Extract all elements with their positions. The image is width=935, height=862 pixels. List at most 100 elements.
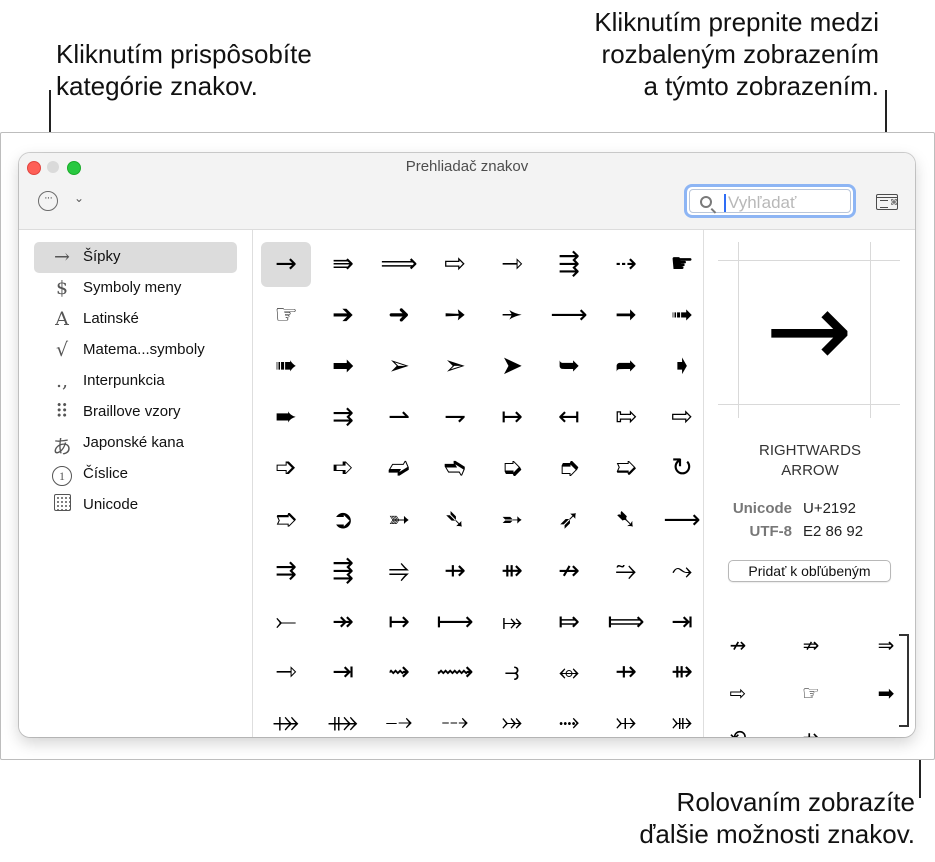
search-field[interactable]: Vyhľadať	[684, 184, 856, 218]
glyph-cell[interactable]: ➯	[601, 446, 651, 491]
glyph-cell[interactable]: ⇝	[374, 650, 424, 695]
glyph-cell[interactable]: ➔	[318, 293, 368, 338]
glyph-cell[interactable]: ⤇	[544, 600, 594, 645]
glyph-cell[interactable]: ⤏	[430, 700, 480, 737]
sidebar-item-currency[interactable]: $ Symboly meny	[34, 273, 237, 304]
sidebar-item-latin[interactable]: A Latinské	[34, 304, 237, 335]
glyph-cell[interactable]: ⇢	[601, 242, 651, 287]
glyph-cell[interactable]: ➫	[374, 446, 424, 491]
glyph-cell[interactable]: ➡	[318, 344, 368, 389]
glyph-cell[interactable]: ⟹	[374, 242, 424, 287]
glyph-cell[interactable]: ➱	[261, 498, 311, 543]
glyph-cell[interactable]: ➪	[318, 446, 368, 491]
glyph-cell[interactable]: ➦	[601, 344, 651, 389]
sidebar-item-math[interactable]: √ Matema...symboly	[34, 335, 237, 366]
sidebar-item-kana[interactable]: あ Japonské kana	[34, 428, 237, 459]
sidebar-item-digits[interactable]: 1 Číslice	[34, 459, 237, 490]
ellipsis-circle-icon[interactable]: ···	[38, 191, 58, 211]
glyph-cell[interactable]: ➛	[487, 293, 537, 338]
glyph-cell[interactable]: ⟿	[430, 650, 480, 695]
glyph-cell[interactable]: ⇉	[318, 395, 368, 440]
sidebar-item-arrows[interactable]: → Šípky	[34, 242, 237, 273]
glyph-cell[interactable]: ➷	[601, 498, 651, 543]
glyph-cell[interactable]: ⇶	[318, 549, 368, 594]
glyph-cell[interactable]: ⤀	[261, 700, 311, 737]
glyph-cell[interactable]: ↻	[657, 446, 702, 491]
glyph-cell[interactable]: ↠	[318, 600, 368, 645]
glyph-cell[interactable]: ⇻	[487, 549, 537, 594]
glyph-cell[interactable]: ➨	[261, 395, 311, 440]
glyph-cell[interactable]: ⟼	[430, 600, 480, 645]
glyph-cell[interactable]: ➮	[544, 446, 594, 491]
glyph-cell[interactable]: ⥲	[601, 549, 651, 594]
glyph-cell[interactable]: ⤕	[657, 700, 702, 737]
glyph-cell[interactable]: ⇰	[601, 395, 651, 440]
glyph-cell[interactable]: ⤍	[374, 700, 424, 737]
glyph-cell[interactable]: ➢	[374, 344, 424, 389]
glyph-cell[interactable]: ↦	[374, 600, 424, 645]
glyph-cell[interactable]: ⇨	[657, 395, 702, 440]
glyph-cell[interactable]: ➞	[601, 293, 651, 338]
glyph-cell[interactable]: ➬	[430, 446, 480, 491]
sidebar-item-braille[interactable]: ⠿ Braillove vzory	[34, 397, 237, 428]
glyph-cell[interactable]: ➥	[544, 344, 594, 389]
glyph-cell[interactable]: ➲	[318, 498, 368, 543]
glyph-cell[interactable]: ⇨	[430, 242, 480, 287]
glyph-cell[interactable]: ➙	[430, 293, 480, 338]
glyph-cell[interactable]: ⥈	[544, 650, 594, 695]
variant-character[interactable]: ⇏	[791, 630, 831, 660]
glyph-cell[interactable]: ⤖	[487, 700, 537, 737]
glyph-cell[interactable]: ⇾	[487, 242, 537, 287]
glyph-cell[interactable]: ⇥	[318, 650, 368, 695]
glyph-cell[interactable]: ⤑	[544, 700, 594, 737]
expand-view-toggle-icon[interactable]: ⌘	[876, 194, 898, 210]
variant-character[interactable]: ☞	[791, 678, 831, 708]
glyph-cell[interactable]: ☞	[261, 293, 311, 338]
variant-character[interactable]: ⇸	[791, 722, 831, 737]
glyph-cell[interactable]: ⇸	[601, 650, 651, 695]
glyph-cell[interactable]: ➵	[487, 498, 537, 543]
glyph-cell[interactable]: ⟾	[601, 600, 651, 645]
search-input[interactable]: Vyhľadať	[689, 189, 851, 213]
glyph-cell[interactable]: ➜	[374, 293, 424, 338]
glyph-cell[interactable]: ↛	[544, 549, 594, 594]
glyph-cell[interactable]: ⇀	[374, 395, 424, 440]
glyph-cell[interactable]: ⥽	[487, 650, 537, 695]
glyph-cell[interactable]: ➶	[544, 498, 594, 543]
selected-glyph-cell[interactable]: →	[261, 242, 311, 287]
glyph-cell[interactable]: ⟶	[657, 498, 702, 543]
chevron-down-icon[interactable]: ⌄	[74, 191, 84, 205]
glyph-cell[interactable]: ➭	[487, 446, 537, 491]
glyph-cell[interactable]: ⇥	[657, 600, 702, 645]
glyph-cell[interactable]: ⇁	[430, 395, 480, 440]
add-to-favorites-button[interactable]: Pridať k obľúbeným	[728, 560, 891, 582]
variant-character[interactable]: ⟲	[718, 722, 758, 737]
glyph-cell[interactable]: ⇶	[544, 242, 594, 287]
glyph-cell[interactable]: ⟶	[544, 293, 594, 338]
glyph-cell[interactable]: ⤔	[601, 700, 651, 737]
glyph-cell[interactable]: ⇛	[318, 242, 368, 287]
sidebar-item-punctuation[interactable]: ., Interpunkcia	[34, 366, 237, 397]
glyph-cell[interactable]: ↤	[544, 395, 594, 440]
glyph-cell[interactable]: ➩	[261, 446, 311, 491]
glyph-cell[interactable]: ➣	[430, 344, 480, 389]
glyph-cell[interactable]: ☛	[657, 242, 702, 287]
glyph-cell[interactable]: ⇻	[657, 650, 702, 695]
glyph-cell[interactable]: ⥤	[374, 549, 424, 594]
glyph-cell[interactable]: ➤	[487, 344, 537, 389]
sidebar-item-unicode[interactable]: Unicode	[34, 490, 237, 521]
glyph-cell[interactable]: ➧	[657, 344, 702, 389]
glyph-cell[interactable]: ↦	[487, 395, 537, 440]
glyph-cell[interactable]: ⤚	[261, 600, 311, 645]
glyph-cell[interactable]: ⇾	[261, 650, 311, 695]
glyph-cell[interactable]: ⤁	[318, 700, 368, 737]
glyph-cell[interactable]: ➟	[657, 293, 702, 338]
glyph-cell[interactable]: ⇉	[261, 549, 311, 594]
glyph-cell[interactable]: ⤅	[487, 600, 537, 645]
glyph-cell[interactable]: ➴	[430, 498, 480, 543]
variant-character[interactable]: ↛	[718, 630, 758, 660]
glyph-cell[interactable]: ⇸	[430, 549, 480, 594]
glyph-cell[interactable]: ⤳	[657, 549, 702, 594]
glyph-cell[interactable]: ➠	[261, 344, 311, 389]
variant-character[interactable]: ⇨	[718, 678, 758, 708]
